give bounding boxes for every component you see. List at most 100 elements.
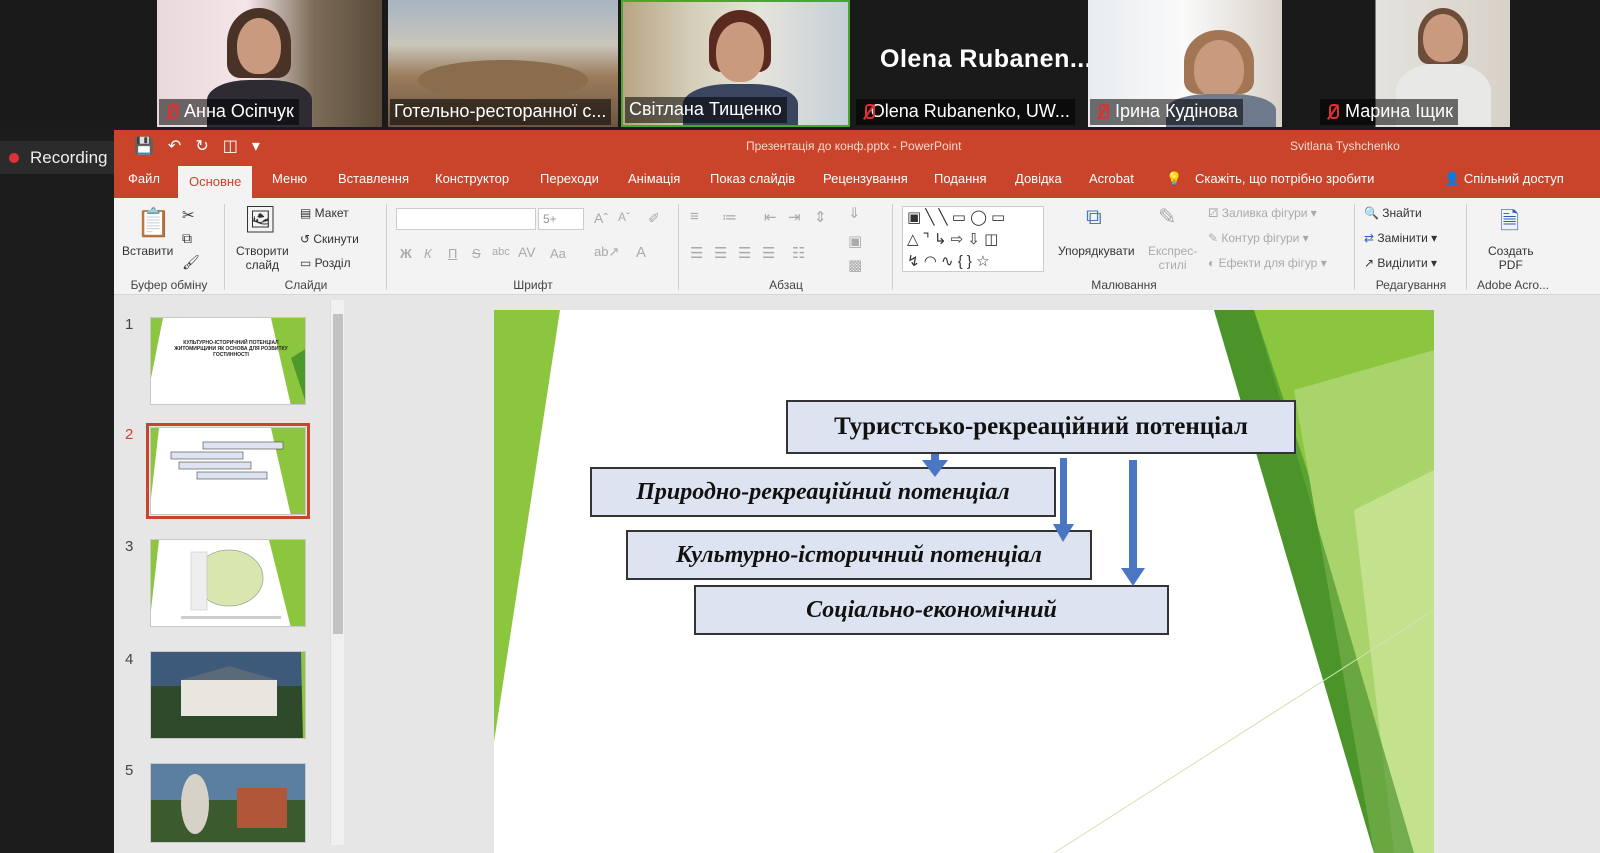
- tab-insert[interactable]: Вставлення: [338, 171, 409, 186]
- participant-tile[interactable]: Готельно-ресторанної с...: [388, 0, 618, 127]
- tab-home[interactable]: Основне: [178, 166, 253, 198]
- slide-thumbnail-3[interactable]: [150, 539, 306, 627]
- thumbnail-scrollbar[interactable]: [330, 300, 344, 845]
- tab-menu[interactable]: Меню: [272, 171, 307, 186]
- undo-icon[interactable]: ↶: [168, 136, 181, 156]
- font-name-input[interactable]: [396, 208, 536, 230]
- find-button[interactable]: 🔍 Знайти: [1364, 206, 1422, 220]
- bullets-icon[interactable]: ≡: [690, 208, 699, 225]
- shape-fill-button[interactable]: ⚂ Заливка фігури ▾: [1208, 206, 1317, 220]
- tab-acrobat[interactable]: Acrobat: [1089, 171, 1134, 186]
- grow-font-icon[interactable]: Aˆ: [594, 210, 608, 226]
- participant-tile[interactable]: Марина Іщик: [1318, 0, 1510, 127]
- change-case-button[interactable]: Aa: [550, 246, 566, 261]
- quick-styles-icon[interactable]: ✎: [1158, 204, 1176, 230]
- quick-styles-button[interactable]: Експрес-стилі: [1148, 244, 1197, 272]
- tab-slideshow[interactable]: Показ слайдів: [710, 171, 795, 186]
- smartart-icon[interactable]: ▩: [848, 256, 862, 274]
- diagram-box-cultural-historical[interactable]: Культурно-історичний потенціал: [626, 530, 1092, 580]
- pdf-icon[interactable]: 🗎: [1500, 204, 1519, 245]
- slide-canvas[interactable]: Туристсько-рекреаційний потенціал Природ…: [494, 310, 1434, 853]
- quick-access-toolbar: 💾 ↶ ↻ ◫ ▾: [134, 136, 260, 156]
- align-center-icon[interactable]: ☰: [714, 244, 727, 262]
- new-slide-button[interactable]: Створити слайд: [236, 244, 289, 272]
- decrease-indent-icon[interactable]: ⇤: [764, 208, 777, 226]
- slide-thumbnail-4[interactable]: [150, 651, 306, 739]
- title-bar: 💾 ↶ ↻ ◫ ▾ Презентація до конф.pptx - Pow…: [114, 130, 1600, 162]
- present-icon[interactable]: ◫: [223, 136, 238, 156]
- recording-badge[interactable]: Recording: [0, 141, 120, 174]
- arrange-button[interactable]: Упорядкувати: [1058, 244, 1135, 258]
- format-painter-icon[interactable]: 🖌: [182, 254, 200, 271]
- redo-icon[interactable]: ↻: [195, 136, 208, 156]
- paste-icon[interactable]: 📋: [136, 206, 171, 239]
- participant-tile-active[interactable]: Світлана Тищенко: [621, 0, 850, 127]
- columns-icon[interactable]: ☷: [792, 244, 805, 262]
- tab-review[interactable]: Рецензування: [823, 171, 908, 186]
- customize-qat-icon[interactable]: ▾: [252, 136, 260, 156]
- align-text-icon[interactable]: ▣: [848, 232, 862, 250]
- char-spacing-icon[interactable]: AV: [518, 244, 536, 260]
- slide-thumbnail-5[interactable]: [150, 763, 306, 843]
- shapes-gallery[interactable]: ▣ ╲ ╲ ▭ ◯ ▭ △ ⌝ ↳ ⇨ ⇩ ◫ ↯ ◠ ∿ { } ☆: [902, 206, 1044, 272]
- text-direction-icon[interactable]: ⇓: [848, 204, 861, 222]
- reset-button[interactable]: ↺ Скинути: [300, 232, 359, 246]
- tab-animations[interactable]: Анімація: [628, 171, 680, 186]
- participant-tile[interactable]: Ірина Кудінова: [1088, 0, 1282, 127]
- section-button[interactable]: ▭ Розділ: [300, 256, 351, 270]
- copy-icon[interactable]: ⧉: [182, 230, 192, 247]
- muted-mic-icon: [860, 103, 875, 121]
- tab-design[interactable]: Конструктор: [435, 171, 509, 186]
- italic-button[interactable]: К: [424, 246, 432, 261]
- underline-button[interactable]: П: [448, 246, 457, 261]
- divider: [678, 204, 679, 290]
- cut-icon[interactable]: ✂: [182, 206, 195, 224]
- diagram-box-socio-economic[interactable]: Соціально-економічний: [694, 585, 1169, 635]
- paste-button[interactable]: Вставити: [122, 244, 173, 258]
- participant-name: Ірина Кудінова: [1090, 99, 1243, 125]
- create-pdf-button[interactable]: Создать PDF: [1488, 244, 1534, 272]
- tab-transitions[interactable]: Переходи: [540, 171, 599, 186]
- group-clipboard: 📋 Вставити ✂ ⧉ 🖌 Буфер обміну: [114, 198, 224, 295]
- bold-button[interactable]: Ж: [400, 246, 412, 261]
- align-left-icon[interactable]: ☰: [690, 244, 703, 262]
- user-name[interactable]: Svitlana Tyshchenko: [1290, 139, 1400, 153]
- tab-file[interactable]: Файл: [128, 171, 160, 186]
- shape-effects-button[interactable]: ◐ Ефекти для фігур ▾: [1208, 256, 1327, 270]
- shape-outline-button[interactable]: ✎ Контур фігури ▾: [1208, 231, 1309, 245]
- diagram-box-natural-recreational[interactable]: Природно-рекреаційний потенціал: [590, 467, 1056, 517]
- lightbulb-icon: 💡: [1166, 171, 1183, 186]
- line-spacing-icon[interactable]: ⇕: [814, 208, 827, 226]
- tab-view[interactable]: Подання: [934, 171, 987, 186]
- group-drawing: ▣ ╲ ╲ ▭ ◯ ▭ △ ⌝ ↳ ⇨ ⇩ ◫ ↯ ◠ ∿ { } ☆ ⧉ Упор…: [894, 198, 1354, 295]
- slide-thumbnail-2[interactable]: [146, 423, 310, 519]
- tell-me-search[interactable]: Скажіть, що потрібно зробити: [1195, 171, 1374, 186]
- save-icon[interactable]: 💾: [134, 136, 154, 156]
- new-slide-icon[interactable]: 🖼: [244, 204, 277, 235]
- justify-icon[interactable]: ☰: [762, 244, 775, 262]
- thumb-number: 3: [125, 538, 134, 555]
- numbering-icon[interactable]: ≔: [722, 208, 737, 226]
- share-button[interactable]: 👤 Спільний доступ: [1444, 171, 1564, 187]
- strike-button[interactable]: S: [472, 246, 481, 261]
- slide-thumbnail-1[interactable]: КУЛЬТУРНО-ІСТОРИЧНИЙ ПОТЕНЦІАЛ ЖИТОМИРЩИ…: [150, 317, 306, 405]
- align-right-icon[interactable]: ☰: [738, 244, 751, 262]
- participants-strip: Анна Осіпчук Готельно-ресторанної с... С…: [0, 0, 1600, 127]
- select-button[interactable]: ↗ Виділити ▾: [1364, 256, 1437, 270]
- spacing-icon[interactable]: abc: [492, 246, 510, 258]
- tab-help[interactable]: Довідка: [1015, 171, 1062, 186]
- arrange-icon[interactable]: ⧉: [1086, 204, 1102, 230]
- diagram-box-tourist-recreational[interactable]: Туристсько-рекреаційний потенціал: [786, 400, 1296, 454]
- font-size-input[interactable]: 5+: [538, 208, 584, 230]
- group-label: Буфер обміну: [130, 278, 208, 292]
- highlight-icon[interactable]: ab↗: [594, 244, 619, 260]
- scroll-thumb[interactable]: [333, 314, 343, 634]
- replace-button[interactable]: ⇄ Замінити ▾: [1364, 231, 1437, 245]
- layout-button[interactable]: ▤ Макет: [300, 206, 349, 220]
- participant-tile[interactable]: Анна Осіпчук: [157, 0, 382, 127]
- shrink-font-icon[interactable]: Aˇ: [618, 210, 630, 224]
- font-color-icon[interactable]: A: [636, 244, 646, 261]
- clear-format-icon[interactable]: ✐: [648, 210, 660, 227]
- increase-indent-icon[interactable]: ⇥: [788, 208, 801, 226]
- group-slides: 🖼 Створити слайд ▤ Макет ↺ Скинути ▭ Розд…: [226, 198, 386, 295]
